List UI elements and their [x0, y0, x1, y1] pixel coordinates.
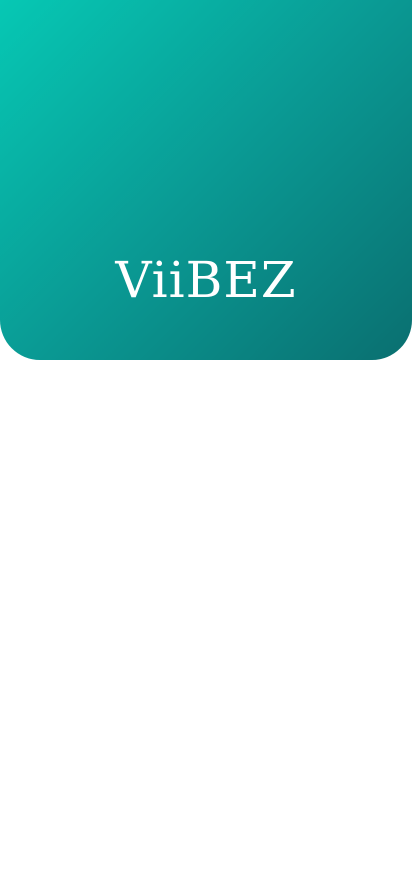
app-logo: ViiBEZ [115, 251, 297, 309]
header-banner: ViiBEZ [0, 0, 412, 360]
content-area [0, 360, 412, 870]
app-screen: ViiBEZ [0, 0, 412, 870]
